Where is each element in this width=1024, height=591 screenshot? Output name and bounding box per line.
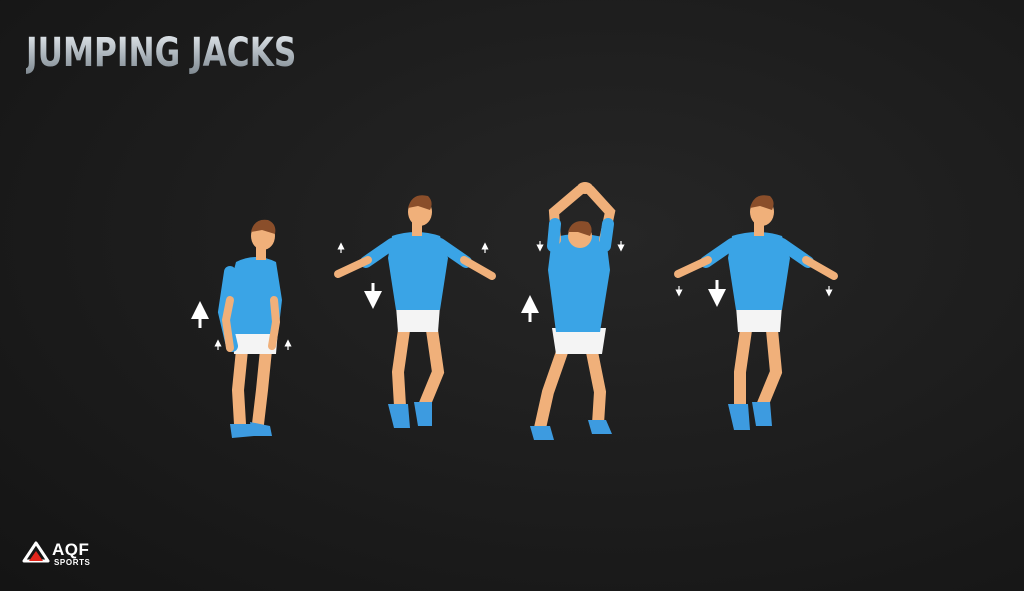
- exercise-illustration: [191, 182, 838, 440]
- logo-wordmark: AQF: [52, 540, 90, 559]
- aqf-sports-logo: AQF SPORTS: [22, 535, 112, 571]
- figure-arms-out-return: [674, 195, 838, 430]
- figure-arms-overhead: [521, 182, 625, 440]
- figure-standing: [191, 219, 292, 438]
- aqf-logo-icon: [22, 541, 50, 563]
- figure-arms-out-landing: [334, 195, 496, 428]
- logo-tagline: SPORTS: [54, 558, 91, 567]
